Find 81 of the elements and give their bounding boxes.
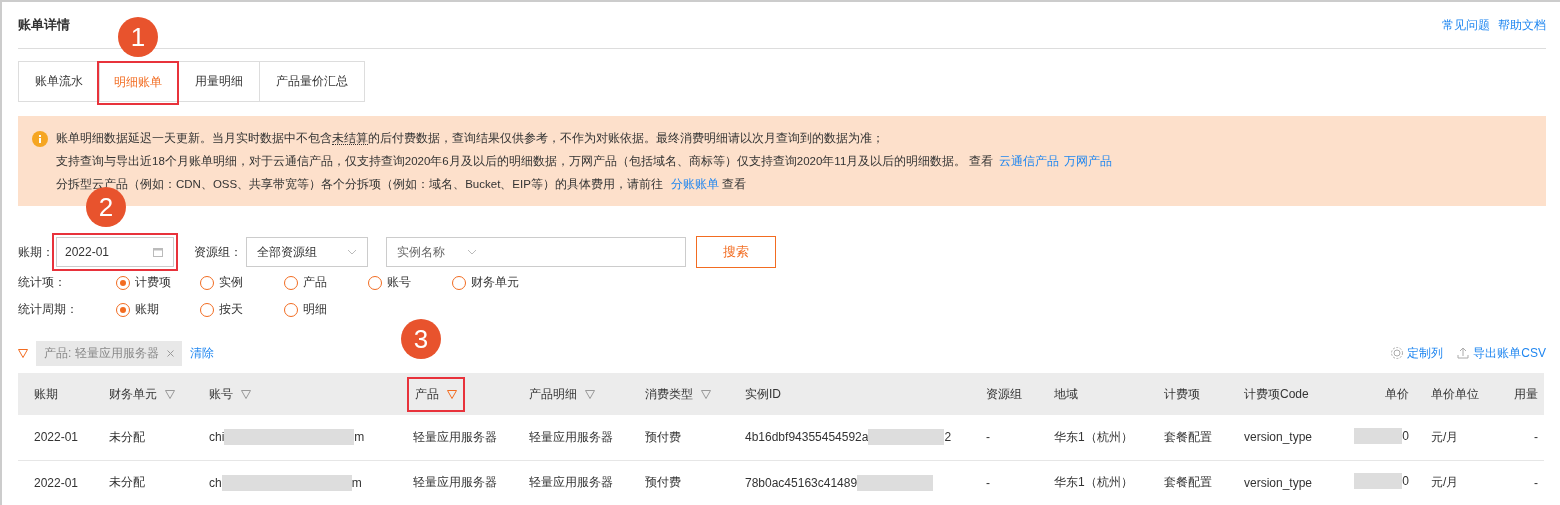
table-cell: 未分配 [109,475,145,489]
radio-label[interactable]: 按天 [219,301,243,318]
field-label: 统计项： [18,274,67,291]
chevron-down-icon [347,249,357,255]
column-header[interactable]: 计费项Code [1244,385,1309,403]
help-link[interactable]: 常见问题 [1442,16,1490,34]
column-header[interactable]: 账期 [34,385,58,403]
field-label: 资源组： [194,243,242,261]
column-header[interactable]: 财务单元 [109,385,175,403]
column-header[interactable]: 产品明细 [529,385,595,403]
column-header[interactable]: 账号 [209,385,251,403]
column-header[interactable]: 单价 [1385,385,1409,403]
table-cell: 未分配 [109,429,145,444]
table-cell: 轻量应用服务器 [529,475,613,489]
table-cell: 2022-01 [34,475,79,490]
tab[interactable]: 账单流水 [19,62,99,100]
radio-label[interactable]: 账期 [135,301,159,318]
notice-text: 支持查询与导出近18个月账单明细，对于云通信产品，仅支持查询2020年6月及以后的明细数据，万网产品（包括域名、商标等）仅支持查询2020年11月及以后的明细数据。 查看 云通信产品 万网产品 [56,154,1112,169]
table-cell: - [1534,475,1538,490]
table-cell: version_type [1244,430,1313,445]
tab[interactable]: 产品量价汇总 [260,62,364,100]
field-label: 账期： [18,243,54,261]
table-cell: 0 [1402,428,1409,443]
radio-label[interactable]: 财务单元 [471,274,519,291]
table-cell: 轻量应用服务器 [529,429,613,444]
table-cell: 4b16dbf94355454592a [745,430,869,445]
column-header[interactable]: 产品 [413,382,459,406]
search-field[interactable]: 实例名称 [386,237,686,267]
radio-label[interactable]: 计费项 [135,274,171,291]
table-cell: 元/月 [1431,475,1459,489]
column-header[interactable]: 资源组 [986,385,1022,403]
table-cell: - [986,430,990,445]
help-link[interactable]: 帮助文档 [1498,16,1546,34]
table-cell: chi [209,430,225,445]
field-label: 统计周期： [18,301,79,318]
select-field[interactable]: 全部资源组 [246,237,368,267]
column-header[interactable]: 单价单位 [1431,385,1479,403]
table-cell: 2022-01 [34,430,79,445]
radio-label[interactable]: 实例 [219,274,243,291]
chevron-down-icon [467,249,477,255]
table-cell: 华东1（杭州） [1054,475,1133,489]
calendar-icon [153,247,163,257]
filter-tag: 产品: 轻量应用服务器 [36,340,182,366]
toolbar-link[interactable]: 定制列 [1407,344,1444,362]
table-cell: version_type [1244,475,1313,490]
table-cell: - [1534,430,1538,445]
table-cell: m [354,430,365,445]
table-cell: 轻量应用服务器 [413,475,497,489]
callout-number: 1 [118,17,158,57]
table-cell: 套餐配置 [1164,429,1212,444]
table-cell: 预付费 [645,475,681,489]
table-cell: 华东1（杭州） [1054,429,1133,444]
page-title: 账单详情 [18,16,70,34]
close-icon [166,349,174,357]
column-header[interactable]: 计费项 [1164,385,1200,403]
radio-label[interactable]: 明细 [303,301,327,318]
table-cell: 轻量应用服务器 [413,429,497,444]
table-cell: 2 [944,430,952,445]
column-header[interactable]: 地域 [1054,385,1078,403]
table-cell: ch [209,475,222,490]
table-cell: 套餐配置 [1164,475,1212,489]
info-icon [32,131,48,147]
table-cell: - [986,475,990,490]
notice-text: 账单明细数据延迟一天更新。当月实时数据中不包含未结算的后付费数据，查询结果仅供参考，不作为对账依据。最终消费明细请以次月查询到的数据为准； [56,131,885,147]
upload-icon [1457,347,1470,359]
column-header[interactable]: 实例ID [745,385,781,403]
table-cell: 78b0ac45163c41489 [745,475,858,490]
callout-number: 3 [401,319,441,359]
filter-icon [18,348,28,358]
clear-link[interactable]: 清除 [189,344,214,362]
column-header[interactable]: 消费类型 [645,385,711,403]
table-cell: 预付费 [645,429,681,444]
table-cell: 0 [1402,474,1409,488]
table-cell: 元/月 [1431,429,1459,444]
tab[interactable]: 用量明细 [179,62,259,100]
toolbar-link[interactable]: 导出账单CSV [1473,344,1546,362]
column-header[interactable]: 用量 [1514,385,1538,403]
table-cell: m [351,475,362,490]
radio-label[interactable]: 账号 [387,274,411,291]
radio-label[interactable]: 产品 [303,274,327,291]
gear-icon [1391,347,1404,359]
